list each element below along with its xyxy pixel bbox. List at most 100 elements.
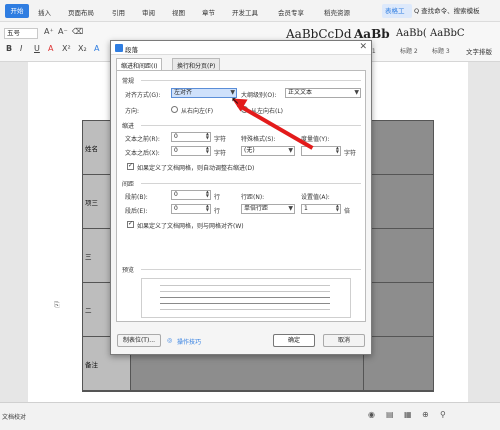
tab-line-page-breaks[interactable]: 换行和分页(P): [172, 58, 221, 70]
section-indent: 缩进: [122, 123, 135, 130]
set-value-unit: 倍: [344, 208, 351, 215]
italic-icon[interactable]: I: [20, 44, 22, 53]
after-text-label: 文本之后(X):: [125, 150, 160, 157]
dialog-title: 段落: [125, 46, 138, 54]
section-general: 常规: [122, 78, 135, 85]
style-preview-heading3[interactable]: AaBbC: [430, 28, 465, 39]
grid-align-checkbox[interactable]: [127, 220, 134, 228]
zoom-icon[interactable]: ⚲: [440, 410, 446, 419]
line-spacing-label: 行距(N):: [241, 194, 265, 201]
outline-level-select[interactable]: 正文文本 ▼: [285, 88, 361, 98]
menu-view[interactable]: 视图: [172, 7, 185, 17]
special-format-label: 特殊格式(S):: [241, 136, 276, 143]
status-text[interactable]: 文档校对: [2, 412, 26, 421]
dialog-title-bar[interactable]: 段落 ✕: [111, 41, 371, 55]
tips-link[interactable]: 操作技巧: [177, 337, 201, 346]
subscript-icon[interactable]: X₂: [78, 44, 87, 53]
menu-member[interactable]: 会员专享: [278, 7, 304, 17]
menu-references[interactable]: 引用: [112, 7, 125, 17]
style-preview-body[interactable]: AaBbCcDd: [286, 27, 352, 41]
style-label-heading2: 标题 2: [400, 48, 418, 55]
before-text-input[interactable]: 0 ▲ ▼: [171, 132, 211, 142]
clear-format-icon[interactable]: ⌫: [72, 27, 83, 36]
layout-icon[interactable]: ▤: [386, 410, 394, 419]
style-preview-heading1[interactable]: AaBb: [354, 27, 390, 41]
after-text-unit: 字符: [214, 150, 227, 157]
paragraph-preview: [141, 278, 351, 318]
grid-indent-label: 如果定义了文档网格，则自动调整右缩进(D): [137, 165, 255, 172]
before-para-unit: 行: [214, 194, 221, 201]
cancel-button[interactable]: 取消: [323, 334, 365, 347]
align-select[interactable]: 左对齐 ▼: [171, 88, 237, 98]
spinner-icon[interactable]: ▲ ▼: [206, 205, 209, 212]
grid-align-label: 如果定义了文档网格，则与网格对齐(W): [137, 223, 244, 230]
chevron-down-icon: ▼: [354, 89, 359, 96]
status-bar: 文档校对 ◉ ▤ ▦ ⊕ ⚲: [0, 402, 500, 430]
menu-section[interactable]: 章节: [202, 7, 215, 17]
tips-icon[interactable]: ◎: [167, 337, 172, 344]
page-view-icon[interactable]: ▦: [404, 410, 412, 419]
after-text-input[interactable]: 0 ▲ ▼: [171, 146, 211, 156]
section-preview: 预览: [122, 267, 135, 274]
table-row-label: 姓名: [85, 144, 98, 153]
close-icon[interactable]: ✕: [359, 42, 367, 52]
tab-indent-spacing[interactable]: 缩进和间距(I): [116, 58, 163, 70]
after-para-input[interactable]: 0 ▲ ▼: [171, 204, 211, 214]
spinner-icon[interactable]: ▲ ▼: [336, 205, 339, 212]
underline-icon[interactable]: U: [34, 44, 40, 53]
spinner-icon[interactable]: ▲ ▼: [206, 133, 209, 140]
highlight-icon[interactable]: A: [94, 44, 99, 53]
menu-developer[interactable]: 开发工具: [232, 7, 258, 17]
spinner-icon[interactable]: ▲ ▼: [206, 191, 209, 198]
spinner-icon[interactable]: ▲ ▼: [206, 147, 209, 154]
spinner-icon[interactable]: ▲ ▼: [336, 147, 339, 154]
superscript-icon[interactable]: X²: [62, 44, 71, 53]
tabs-button[interactable]: 制表位(T)...: [117, 334, 161, 347]
menu-bar: 开始 插入 页面布局 引用 审阅 视图 章节 开发工具 会员专享 稻壳资源 表格…: [0, 0, 500, 22]
document-margin-icon: ⎘: [54, 301, 60, 309]
menu-insert[interactable]: 插入: [38, 7, 51, 17]
special-format-select[interactable]: (无) ▼: [241, 146, 295, 156]
before-para-input[interactable]: 0 ▲ ▼: [171, 190, 211, 200]
grow-font-icon[interactable]: A⁺: [44, 27, 54, 36]
menu-docer[interactable]: 稻壳资源: [324, 7, 350, 17]
after-para-unit: 行: [214, 208, 221, 215]
paragraph-dialog: 段落 ✕ 缩进和间距(I) 换行和分页(P) 常规 对齐方式(G): 左对齐 ▼…: [110, 40, 372, 355]
before-text-unit: 字符: [214, 136, 227, 143]
grid-indent-checkbox[interactable]: [127, 162, 134, 170]
style-label-heading3: 标题 3: [432, 48, 450, 55]
bold-icon[interactable]: B: [6, 44, 12, 53]
table-row-label: 二: [85, 306, 92, 315]
text-layout-button[interactable]: 文字排版: [466, 46, 492, 56]
table-row-label: 项三: [85, 198, 98, 207]
ok-button[interactable]: 确定: [273, 334, 315, 347]
font-size-select[interactable]: 五号: [4, 28, 38, 39]
eye-icon[interactable]: ◉: [368, 410, 375, 419]
mouse-cursor-icon: ↖: [231, 96, 240, 107]
menu-table-tools[interactable]: 表格工: [382, 4, 412, 18]
chevron-down-icon: ▼: [288, 147, 293, 154]
search-command[interactable]: Q 查找命令、搜索模板: [414, 5, 498, 17]
chevron-down-icon: ▼: [288, 205, 293, 212]
font-color-icon[interactable]: A: [48, 44, 53, 53]
measure-unit: 字符: [344, 150, 357, 157]
direction-rtl-label: 从右向左(F): [181, 108, 214, 115]
set-value-label: 设置值(A):: [301, 194, 330, 201]
table-row-label: 三: [85, 252, 92, 261]
line-spacing-select[interactable]: 单倍行距 ▼: [241, 204, 295, 214]
web-view-icon[interactable]: ⊕: [422, 410, 429, 419]
shrink-font-icon[interactable]: A⁻: [58, 27, 68, 36]
before-para-label: 段前(B):: [125, 194, 148, 201]
menu-start[interactable]: 开始: [5, 4, 29, 18]
outline-level-label: 大纲级别(O):: [241, 92, 277, 99]
after-para-label: 段后(E):: [125, 208, 148, 215]
table-row-label: 备注: [85, 360, 98, 369]
set-value-input[interactable]: 1 ▲ ▼: [301, 204, 341, 214]
align-label: 对齐方式(G):: [125, 92, 161, 99]
dialog-app-icon: [115, 44, 123, 52]
direction-label: 方向:: [125, 108, 140, 115]
style-preview-heading2[interactable]: AaBb(: [396, 28, 427, 39]
menu-page-layout[interactable]: 页面布局: [68, 7, 94, 17]
menu-review[interactable]: 审阅: [142, 7, 155, 17]
direction-rtl-radio[interactable]: [171, 106, 178, 113]
